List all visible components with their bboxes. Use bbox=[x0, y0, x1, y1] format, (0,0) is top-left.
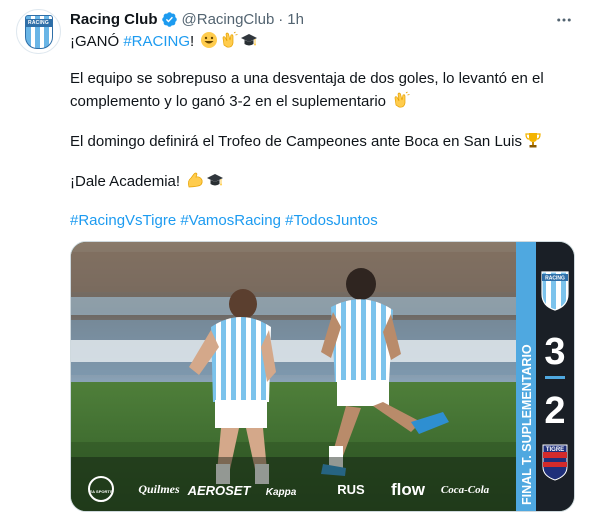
more-horizontal-icon[interactable] bbox=[554, 10, 574, 30]
separator: · bbox=[278, 10, 284, 28]
svg-text:TIGRE: TIGRE bbox=[546, 447, 564, 453]
verified-badge-icon bbox=[161, 11, 178, 28]
tigre-badge-icon: TIGRE bbox=[542, 444, 568, 481]
hashtag-line: #RacingVsTigre #VamosRacing #TodosJuntos bbox=[70, 211, 378, 231]
trophy-icon bbox=[524, 131, 542, 149]
home-score: 3 bbox=[544, 331, 565, 373]
grin-emoji-icon bbox=[200, 31, 218, 49]
away-score: 2 bbox=[544, 390, 565, 432]
sponsor-quilmes: Quilmes bbox=[138, 482, 180, 496]
tweet-image[interactable]: EA SPORTS Quilmes AEROSET Kappa RUS flow… bbox=[70, 241, 575, 512]
clapping-hands-icon bbox=[220, 31, 238, 49]
ea-logo-text: EA SPORTS bbox=[90, 489, 113, 494]
text-line-1: ¡GANÓ #RACING! bbox=[70, 31, 258, 52]
final-label: FINAL T. SUPLEMENTARIO bbox=[520, 344, 534, 505]
flexed-biceps-icon bbox=[186, 171, 204, 189]
text-line-2a: El equipo se sobrepuso a una desventaja … bbox=[70, 70, 544, 87]
hashtag-racing[interactable]: #RACING bbox=[123, 33, 190, 50]
hashtag-todosjuntos[interactable]: #TodosJuntos bbox=[285, 212, 378, 229]
score-panel: FINAL T. SUPLEMENTARIO RACING 3 2 TIGRE bbox=[516, 242, 574, 511]
sponsor-flow: flow bbox=[391, 480, 426, 499]
timestamp[interactable]: 1h bbox=[287, 11, 304, 28]
crest-text: RACING bbox=[25, 18, 52, 27]
sponsor-kappa: Kappa bbox=[266, 487, 297, 498]
graduation-cap-icon bbox=[206, 171, 224, 189]
hashtag-vamosracing[interactable]: #VamosRacing bbox=[180, 212, 281, 229]
tweet-header: Racing Club @RacingClub · 1h bbox=[70, 9, 304, 29]
racing-crest-icon: RACING bbox=[24, 14, 53, 49]
svg-text:RACING: RACING bbox=[545, 276, 565, 282]
racing-badge-icon: RACING bbox=[541, 271, 569, 311]
sponsor-cocacola: Coca-Cola bbox=[441, 484, 490, 496]
avatar[interactable]: RACING bbox=[16, 9, 61, 54]
tweet-card[interactable]: RACING Racing Club @RacingClub · 1h ¡GAN… bbox=[0, 0, 590, 526]
text-line-4: ¡Dale Academia! bbox=[70, 171, 224, 192]
hashtag-racingvstigre[interactable]: #RacingVsTigre bbox=[70, 212, 176, 229]
text-line-2b: complemento y lo ganó 3-2 en el suplemen… bbox=[70, 91, 410, 112]
score-divider bbox=[545, 376, 565, 379]
graduation-cap-icon bbox=[240, 31, 258, 49]
clapping-hands-icon bbox=[392, 91, 410, 109]
text-line-3: El domingo definirá el Trofeo de Campeon… bbox=[70, 131, 542, 152]
handle[interactable]: @RacingClub bbox=[182, 11, 275, 28]
sponsor-rus: RUS bbox=[337, 482, 365, 497]
sponsor-aeroset: AEROSET bbox=[187, 483, 252, 498]
display-name[interactable]: Racing Club bbox=[70, 11, 158, 28]
